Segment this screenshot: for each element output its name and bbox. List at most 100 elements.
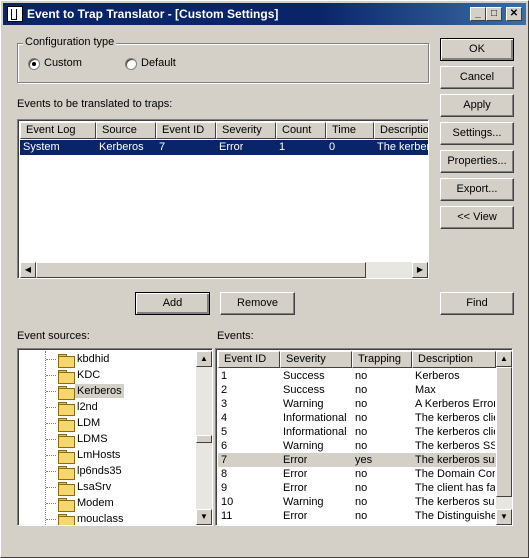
scroll-left-icon[interactable]: ◀ [20, 262, 36, 278]
table-row[interactable]: 1 Success no Kerberos [218, 369, 496, 383]
table-row[interactable]: 5 Informational no The kerberos clie [218, 425, 496, 439]
cell-severity: Error [283, 510, 308, 522]
remove-button[interactable]: Remove [220, 292, 295, 315]
scroll-right-icon[interactable]: ▶ [412, 262, 428, 278]
window-title: Event to Trap Translator - [Custom Setti… [27, 7, 279, 21]
minimize-button[interactable]: _ [470, 7, 486, 21]
tree-vscrollbar[interactable]: ▲ ▼ [196, 351, 212, 525]
export-button[interactable]: Export... [440, 178, 514, 201]
tree-item[interactable]: mouclass [75, 512, 125, 525]
tree-item[interactable]: LDM [75, 416, 102, 430]
cell-time: 0 [329, 141, 336, 153]
table-row[interactable]: 3 Warning no A Kerberos Error [218, 397, 496, 411]
title-bar[interactable]: Event to Trap Translator - [Custom Setti… [3, 3, 526, 25]
table-row[interactable]: 9 Error no The client has fa [218, 481, 496, 495]
cell-trapping: no [355, 496, 368, 508]
tree-item[interactable]: lp6nds35 [75, 464, 124, 478]
custom-radio-label[interactable]: Custom [44, 57, 82, 69]
scroll-up-icon[interactable]: ▲ [496, 351, 512, 367]
cell-trapping: no [355, 412, 368, 424]
event-sources-tree[interactable]: ▲ ▼ kbdhid KDC Kerberos l2nd LDM LDMS LmHosts l… [17, 348, 213, 526]
tree-item[interactable]: LmHosts [75, 448, 122, 462]
cell-event-id: 3 [221, 398, 228, 410]
add-button[interactable]: Add [135, 292, 210, 315]
scroll-up-icon[interactable]: ▲ [196, 351, 212, 367]
custom-radio[interactable] [28, 58, 40, 70]
properties-button[interactable]: Properties... [440, 150, 514, 173]
table-row[interactable]: 7 Error yes The kerberos sub [218, 453, 496, 467]
cell-count: 1 [279, 141, 286, 153]
event-to-trap-window: Event to Trap Translator - [Custom Setti… [0, 0, 529, 558]
cell-event-id: 5 [221, 426, 228, 438]
scroll-down-icon[interactable]: ▼ [496, 509, 512, 525]
table-row[interactable]: 2 Success no Max [218, 383, 496, 397]
events-label: Events: [217, 330, 254, 342]
cell-description: The client has fa [415, 482, 495, 494]
cell-severity: Error [283, 468, 308, 480]
cell-event-log: System [23, 141, 60, 153]
tree-line [45, 351, 46, 525]
table-row[interactable]: 11 Error no The Distinguishe [218, 509, 496, 523]
col-header-time[interactable]: Time [326, 122, 374, 139]
cell-description: The Distinguishe [415, 510, 495, 522]
table-row[interactable]: 4 Informational no The kerberos clie [218, 411, 496, 425]
ok-button[interactable]: OK [440, 38, 514, 61]
events-vscrollbar[interactable]: ▲ ▼ [496, 351, 512, 525]
table-row[interactable]: 6 Warning no The kerberos SSF [218, 439, 496, 453]
cell-event-id: 9 [221, 482, 228, 494]
tree-item[interactable]: LDMS [75, 432, 110, 446]
folder-icon [58, 450, 75, 464]
cell-severity: Informational [283, 412, 347, 424]
settings-button[interactable]: Settings... [440, 122, 514, 145]
cell-trapping: no [355, 370, 368, 382]
col-header-trapping[interactable]: Trapping [352, 351, 412, 368]
table-row[interactable]: 10 Warning no The kerberos sub [218, 495, 496, 509]
tree-item[interactable]: LsaSrv [75, 480, 113, 494]
trap-list-hscrollbar[interactable]: ◀ ▶ [20, 262, 428, 278]
col-header-severity[interactable]: Severity [216, 122, 276, 139]
cell-description: A Kerberos Error [415, 398, 495, 410]
events-list[interactable]: Event ID Severity Trapping Description 1… [215, 348, 513, 526]
folder-icon [58, 434, 75, 448]
col-header-count[interactable]: Count [276, 122, 326, 139]
cell-severity: Warning [283, 440, 324, 452]
col-header-severity[interactable]: Severity [280, 351, 352, 368]
scroll-down-icon[interactable]: ▼ [196, 509, 212, 525]
scroll-thumb[interactable] [196, 435, 212, 443]
cell-source: Kerberos [99, 141, 144, 153]
tree-item[interactable]: kbdhid [75, 352, 111, 366]
cell-event-id: 6 [221, 440, 228, 452]
cell-severity: Error [283, 482, 308, 494]
col-header-event-id[interactable]: Event ID [156, 122, 216, 139]
trap-events-list[interactable]: Event Log Source Event ID Severity Count… [17, 119, 429, 279]
col-header-source[interactable]: Source [96, 122, 156, 139]
close-button[interactable]: ✕ [506, 7, 522, 21]
col-header-description[interactable]: Description [374, 122, 428, 139]
default-radio-label[interactable]: Default [141, 57, 176, 69]
tree-item[interactable]: Kerberos [75, 384, 124, 398]
table-row[interactable]: System Kerberos 7 Error 1 0 The kerberos [20, 140, 428, 155]
cell-description: The kerberos [377, 141, 428, 153]
find-button[interactable]: Find [440, 292, 514, 315]
cell-description: The Domain Cor [415, 468, 495, 480]
tree-item[interactable]: KDC [75, 368, 102, 382]
tree-branch [46, 487, 56, 488]
scroll-thumb[interactable] [36, 262, 366, 278]
apply-button[interactable]: Apply [440, 94, 514, 117]
cancel-button[interactable]: Cancel [440, 66, 514, 89]
col-header-event-id[interactable]: Event ID [218, 351, 280, 368]
view-button[interactable]: << View [440, 206, 514, 229]
cell-trapping: no [355, 510, 368, 522]
cell-description: Max [415, 384, 436, 396]
table-row[interactable]: 8 Error no The Domain Cor [218, 467, 496, 481]
tree-item[interactable]: Modem [75, 496, 116, 510]
cell-severity: Error [283, 454, 308, 466]
default-radio[interactable] [125, 58, 137, 70]
scroll-thumb[interactable] [496, 367, 512, 497]
col-header-description[interactable]: Description [412, 351, 496, 368]
cell-description: The kerberos clie [415, 426, 495, 438]
maximize-button[interactable]: □ [486, 7, 502, 21]
tree-item[interactable]: l2nd [75, 400, 100, 414]
col-header-event-log[interactable]: Event Log [20, 122, 96, 139]
cell-trapping: yes [355, 454, 373, 466]
